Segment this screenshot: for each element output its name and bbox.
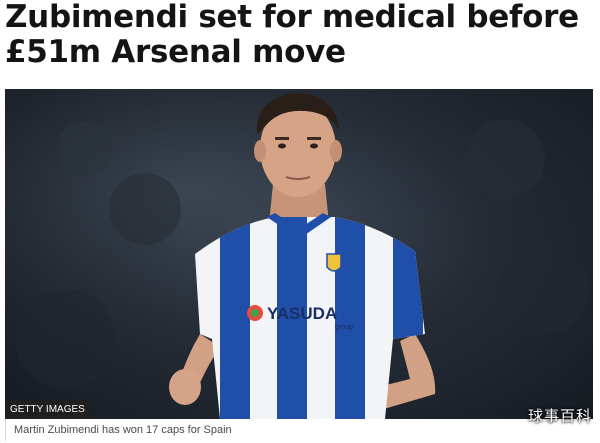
headline-line-1: Zubimendi set for medical before [5,0,579,35]
article-photo: YASUDA group GETTY IMAGES [5,89,593,419]
photo-caption-bar: Martin Zubimendi has won 17 caps for Spa… [5,419,594,441]
article-page: Zubimendi set for medical before £51m Ar… [0,0,600,443]
headline-line-2: £51m Arsenal move [5,34,346,70]
photo-credit: GETTY IMAGES [5,401,90,419]
player-illustration: YASUDA group [5,89,593,419]
photo-caption: Martin Zubimendi has won 17 caps for Spa… [14,424,232,436]
shirt-sponsor-subtext: group [335,324,353,331]
shirt-sponsor-text: YASUDA [267,304,337,323]
article-headline: Zubimendi set for medical before £51m Ar… [5,0,595,70]
